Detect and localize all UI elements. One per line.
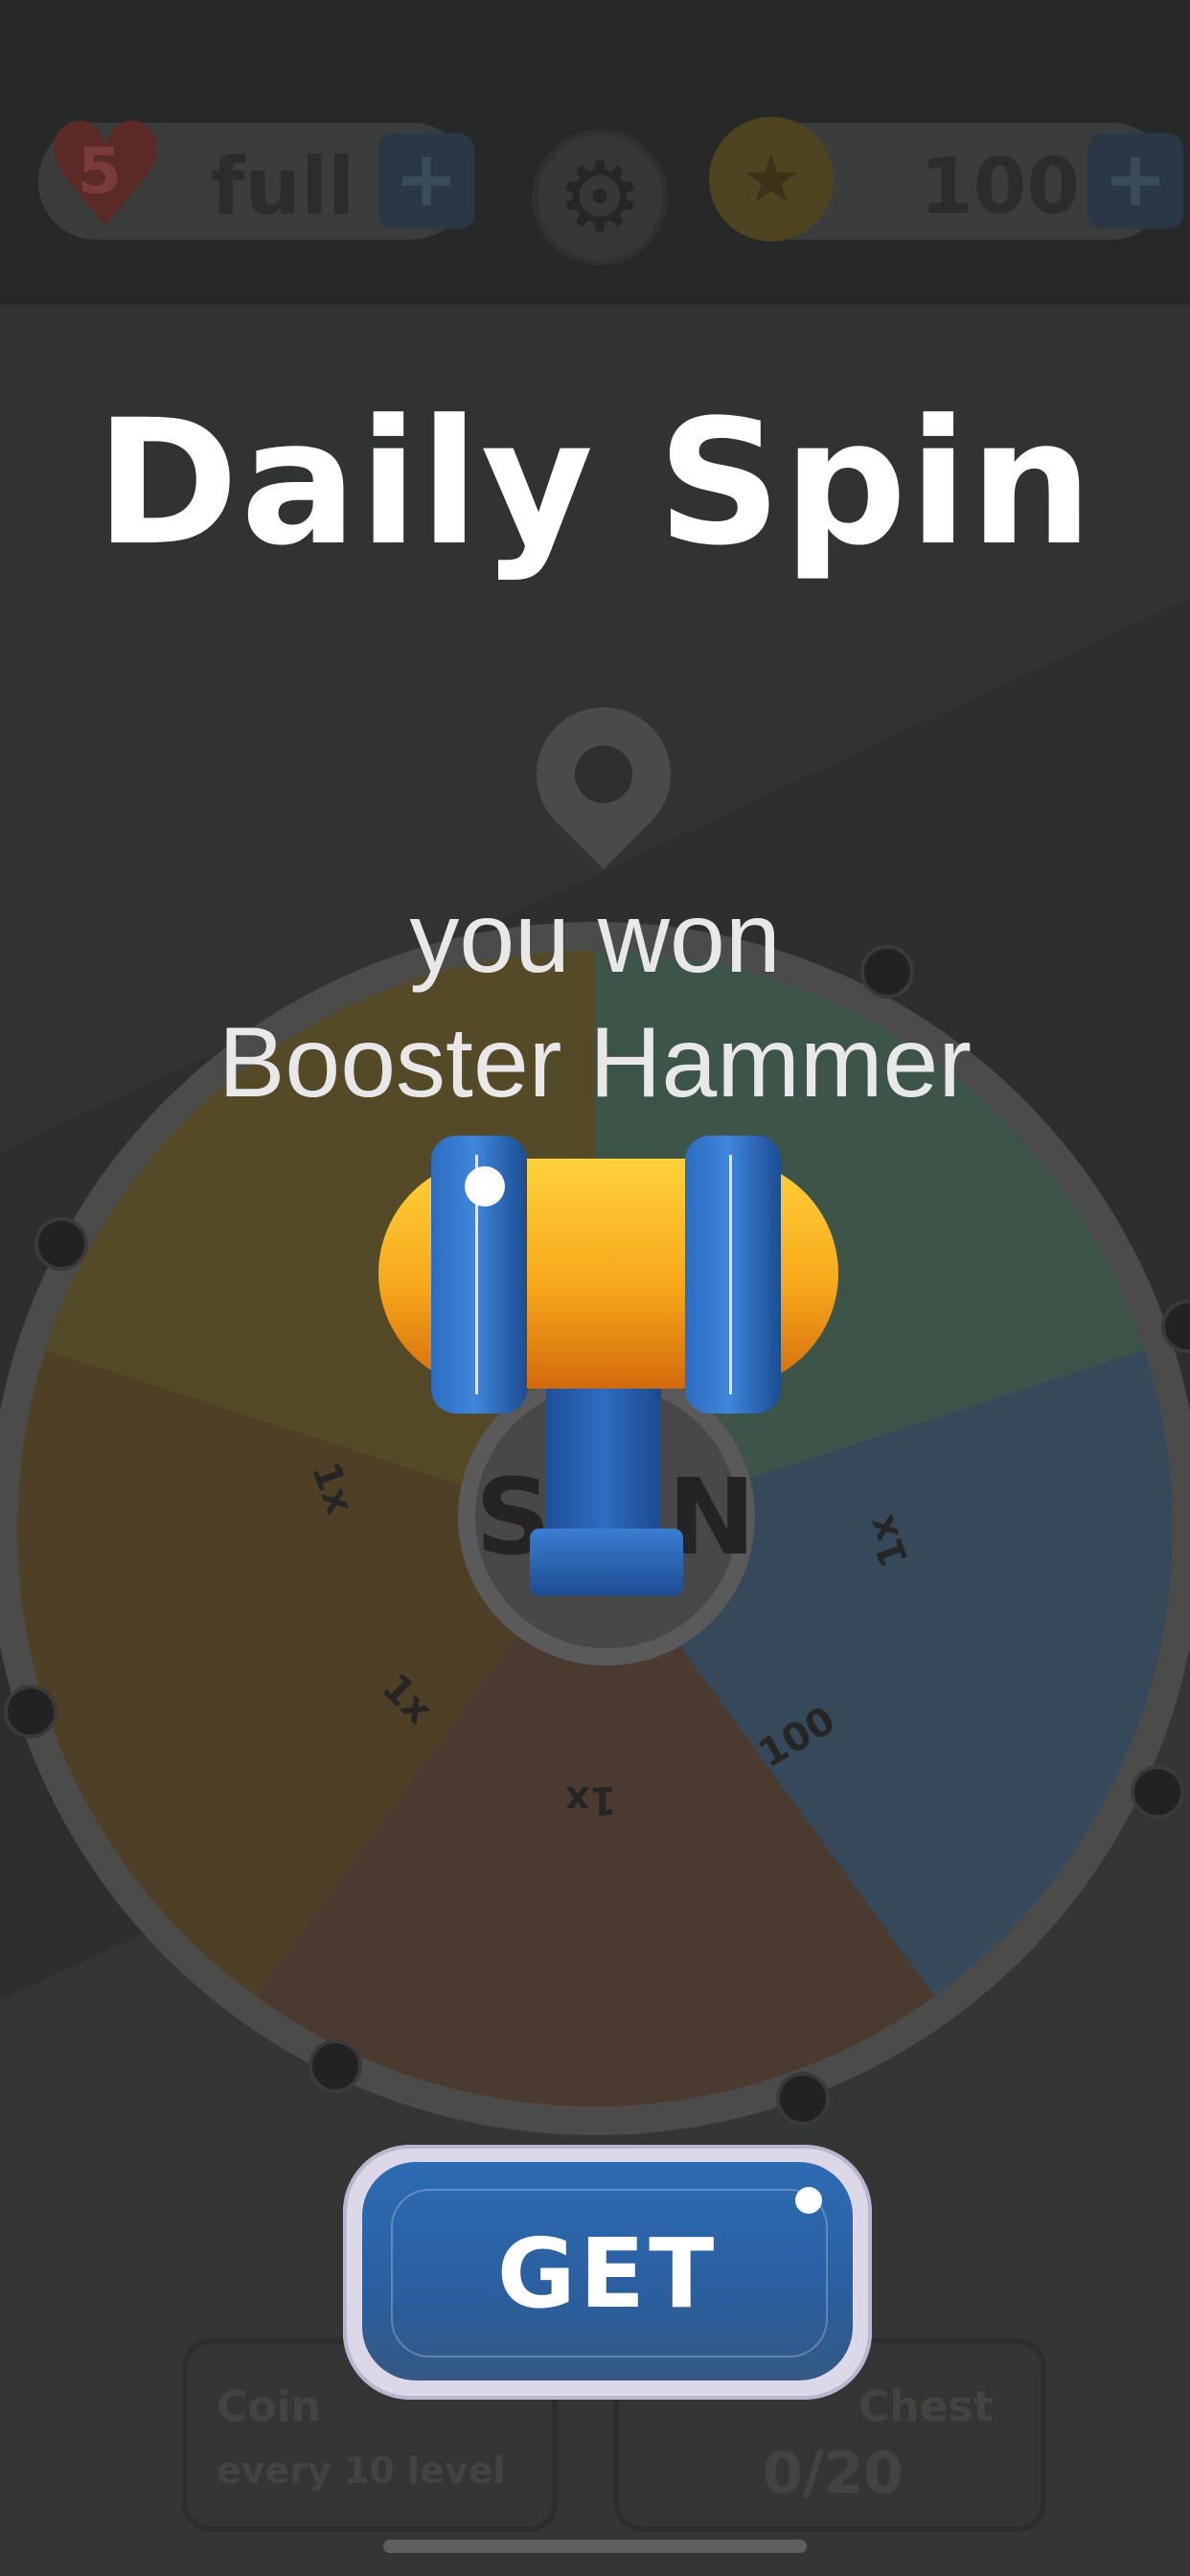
- wheel-peg: [776, 2072, 830, 2126]
- get-button-face[interactable]: GET: [362, 2162, 853, 2380]
- add-lives-button: +: [378, 133, 474, 229]
- result-text-line2: Booster Hammer: [218, 1007, 972, 1118]
- coin-counter: ★ 100 +: [709, 117, 1183, 242]
- top-status-bar: ♥ 5 full + ⚙ ★ 100 +: [0, 0, 1190, 305]
- wheel-peg: [34, 1217, 88, 1271]
- get-button-label[interactable]: GET: [362, 2218, 853, 2330]
- get-button[interactable]: GET: [343, 2145, 872, 2400]
- home-indicator: [383, 2540, 807, 2553]
- chest-progress: 0/20: [763, 2440, 904, 2507]
- coin-icon: ★: [709, 117, 834, 242]
- wheel-peg: [1131, 1765, 1184, 1819]
- segment-label: 1x: [565, 1778, 617, 1822]
- wheel-peg: [309, 2039, 362, 2093]
- gear-icon: ⚙: [532, 129, 668, 265]
- add-coins-button: +: [1087, 133, 1183, 229]
- result-text-line1: you won: [409, 883, 781, 994]
- hammer-icon: [378, 1136, 838, 1596]
- lives-counter: ♥ 5 full +: [38, 104, 474, 248]
- wheel-peg: [4, 1685, 57, 1738]
- coin-card-subtitle: every 10 level: [217, 2450, 506, 2492]
- chest-card-title: Chest: [858, 2382, 994, 2431]
- lives-count: 5: [78, 134, 122, 208]
- lives-status: full: [211, 142, 355, 233]
- dialog-title: Daily Spin: [95, 383, 1095, 584]
- coin-count: 100: [920, 142, 1080, 231]
- coin-card-title: Coin: [217, 2382, 321, 2431]
